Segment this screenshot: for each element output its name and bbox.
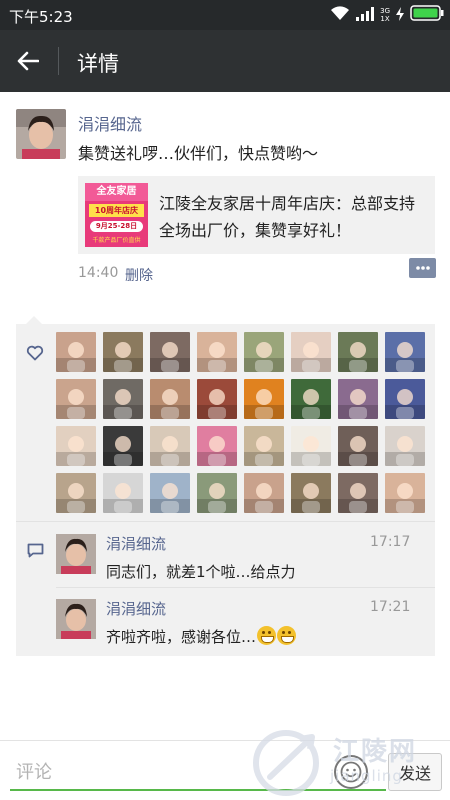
thumb-banner: 10周年店庆 (89, 204, 144, 217)
comment-text: 同志们，就差1个啦…给点力 (106, 563, 296, 581)
liker-avatar[interactable] (56, 332, 96, 372)
shared-link-title: 江陵全友家居十周年店庆：总部支持全场出厂价，集赞享好礼！ (159, 194, 416, 240)
comment-time: 17:17 (370, 534, 411, 550)
heart-icon (26, 344, 44, 362)
liker-avatar[interactable] (103, 426, 143, 466)
liker-avatar[interactable] (291, 332, 331, 372)
battery-icon (410, 5, 444, 25)
delete-button[interactable]: 删除 (125, 265, 153, 285)
grin-emoji-icon (277, 626, 297, 645)
arrow-left-icon (17, 51, 39, 71)
likes-comments-divider (16, 521, 435, 522)
comment-text: 齐啦齐啦，感谢各位… (106, 628, 257, 646)
thumb-footer: 千款产品厂价直供 (92, 237, 141, 244)
back-button[interactable] (12, 45, 44, 77)
liker-avatar[interactable] (197, 426, 237, 466)
liker-avatar[interactable] (244, 426, 284, 466)
post-time: 14:40 (78, 265, 119, 281)
page-title: 详情 (77, 52, 119, 76)
comment-avatar[interactable] (56, 599, 96, 639)
liker-avatar[interactable] (197, 332, 237, 372)
liker-avatar[interactable] (291, 473, 331, 513)
comment-bar-divider (0, 740, 450, 741)
wifi-icon (330, 5, 350, 25)
liker-avatar[interactable] (56, 379, 96, 419)
grin-emoji-icon (257, 626, 277, 645)
liker-avatar[interactable] (244, 473, 284, 513)
liker-avatar[interactable] (385, 473, 425, 513)
status-time: 下午5:23 (9, 8, 73, 26)
liker-avatar[interactable] (385, 379, 425, 419)
post-text: 集赞送礼啰…伙伴们，快点赞哟～ (78, 144, 319, 163)
liker-avatar[interactable] (291, 379, 331, 419)
liker-avatar[interactable] (244, 379, 284, 419)
thumb-brand: 全友家居 (85, 183, 148, 201)
liker-avatar[interactable] (150, 426, 190, 466)
liker-avatar[interactable] (103, 332, 143, 372)
signal-icon (356, 6, 375, 25)
comment-author[interactable]: 涓涓细流 (106, 533, 166, 554)
liker-avatar[interactable] (197, 473, 237, 513)
status-bar: 下午5:23 3G 1X (0, 0, 450, 30)
liker-avatar[interactable] (103, 379, 143, 419)
liker-avatar[interactable] (150, 379, 190, 419)
comment-text-row: 齐啦齐啦，感谢各位… (106, 626, 297, 647)
emoji-button[interactable] (334, 755, 368, 789)
comment-author[interactable]: 涓涓细流 (106, 598, 166, 619)
comment-input-underline (10, 789, 386, 791)
comment-avatar[interactable] (56, 534, 96, 574)
liker-avatar[interactable] (385, 426, 425, 466)
charging-icon (396, 6, 404, 25)
comment-divider (56, 587, 435, 588)
status-icons: 3G 1X (330, 5, 444, 25)
network-type-label: 3G 1X (380, 7, 390, 23)
network-label-bottom: 1X (380, 15, 390, 23)
liker-avatar[interactable] (338, 473, 378, 513)
liker-avatar[interactable] (338, 379, 378, 419)
poster-name[interactable]: 涓涓细流 (78, 111, 142, 135)
comment-input[interactable] (16, 757, 316, 787)
liker-avatar[interactable] (385, 332, 425, 372)
liker-avatar[interactable] (103, 473, 143, 513)
comment-time: 17:21 (370, 599, 411, 615)
app-bar: 详情 (0, 30, 450, 92)
liker-avatar[interactable] (291, 426, 331, 466)
panel-pointer (26, 316, 42, 324)
liker-avatar[interactable] (56, 426, 96, 466)
liker-avatar[interactable] (338, 426, 378, 466)
liker-avatar[interactable] (56, 473, 96, 513)
comment-bubble-icon (415, 266, 430, 270)
shared-link-thumbnail: 全友家居 10周年店庆 9月25-28日 千款产品厂价直供 (85, 183, 148, 247)
network-label-top: 3G (380, 7, 390, 15)
comment-icon (27, 543, 44, 558)
liker-avatar[interactable] (150, 473, 190, 513)
liker-avatar[interactable] (338, 332, 378, 372)
liker-avatar[interactable] (150, 332, 190, 372)
liker-avatar[interactable] (197, 379, 237, 419)
poster-avatar[interactable] (16, 109, 66, 159)
thumb-date: 9月25-28日 (90, 221, 143, 232)
shared-link-card[interactable]: 全友家居 10周年店庆 9月25-28日 千款产品厂价直供 江陵全友家居十周年店… (78, 176, 435, 254)
liker-avatar[interactable] (244, 332, 284, 372)
more-actions-button[interactable] (409, 258, 436, 278)
smiley-icon (340, 761, 362, 783)
app-bar-divider (58, 47, 59, 75)
send-button[interactable]: 发送 (388, 753, 442, 791)
